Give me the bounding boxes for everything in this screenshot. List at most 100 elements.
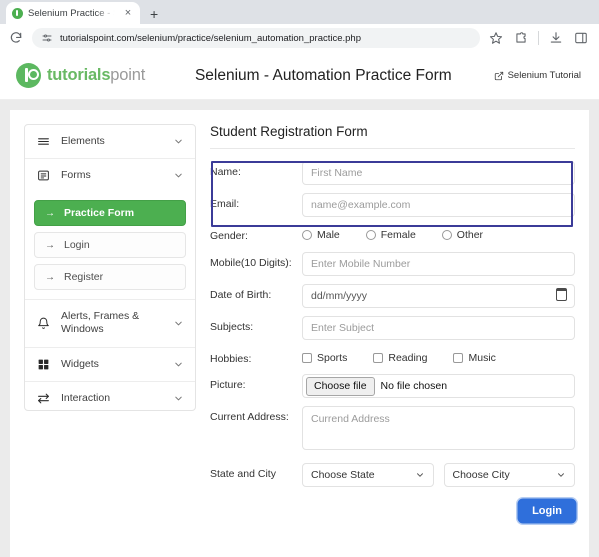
form-row-mobile: Mobile(10 Digits): — [210, 248, 575, 280]
puzzle-icon[interactable] — [513, 30, 529, 46]
email-label: Email: — [210, 198, 240, 210]
login-button[interactable]: Login — [519, 500, 575, 523]
radio-icon[interactable] — [302, 230, 312, 240]
hobbies-options: Sports Reading Music — [302, 348, 575, 364]
gender-option-male[interactable]: Male — [302, 229, 340, 241]
chevron-down-icon[interactable] — [556, 470, 566, 480]
hobby-option-sports[interactable]: Sports — [302, 352, 347, 364]
sidebar-label-register: Register — [64, 271, 104, 284]
name-input[interactable] — [302, 161, 575, 185]
sidebar-item-alerts-frames-windows[interactable]: Alerts, Frames & Windows — [25, 300, 195, 346]
bell-icon — [37, 317, 50, 330]
address-label: Current Address: — [210, 411, 289, 424]
logo-wordmark: tutorialspoint — [47, 66, 145, 85]
form-row-state-city: State and City Choose State Choose City — [210, 459, 575, 491]
checkbox-icon[interactable] — [302, 352, 312, 363]
hobby-label-reading: Reading — [388, 351, 428, 364]
download-icon[interactable] — [548, 30, 564, 46]
sidebar-item-interaction[interactable]: Interaction — [25, 382, 195, 410]
form-row-name: Name: — [210, 157, 575, 189]
selenium-tutorial-link[interactable]: Selenium Tutorial — [494, 70, 581, 81]
gender-option-other[interactable]: Other — [441, 229, 484, 241]
checkbox-icon[interactable] — [453, 352, 464, 363]
browser-toolbar: tutorialspoint.com/selenium/practice/sel… — [0, 24, 599, 52]
sidebar-group-widgets: Widgets — [25, 348, 195, 382]
file-input[interactable]: Choose file No file chosen — [302, 374, 575, 399]
gender-label-other: Other — [456, 229, 484, 241]
page-title: Selenium - Automation Practice Form — [194, 66, 452, 84]
url-text: tutorialspoint.com/selenium/practice/sel… — [60, 32, 361, 44]
close-icon[interactable]: × — [122, 7, 134, 19]
reload-icon[interactable] — [8, 30, 24, 46]
choose-file-button[interactable]: Choose file — [306, 376, 375, 396]
form-submit-row: Login — [210, 491, 575, 523]
arrow-right-icon: → — [45, 239, 55, 251]
email-input[interactable] — [302, 193, 575, 217]
toolbar-divider — [538, 31, 539, 45]
side-panel-icon[interactable] — [573, 30, 589, 46]
sidebar-item-login[interactable]: → Login — [34, 232, 186, 259]
state-city-label: State and City — [210, 468, 276, 481]
sidebar-item-register[interactable]: → Register — [34, 264, 186, 291]
toolbar-actions — [488, 30, 591, 46]
sidebar-group-forms: Forms → Practice Form → Login → Register — [25, 159, 195, 301]
sidebar-item-elements[interactable]: Elements — [25, 125, 195, 158]
hobby-option-music[interactable]: Music — [453, 351, 496, 364]
sidebar-group-elements: Elements — [25, 125, 195, 160]
dob-input[interactable] — [302, 283, 575, 308]
checkbox-icon[interactable] — [373, 352, 384, 363]
gender-option-female[interactable]: Female — [365, 229, 416, 241]
form-row-address: Current Address: — [210, 402, 575, 459]
site-logo[interactable]: tutorialspoint — [16, 63, 145, 88]
radio-icon[interactable] — [365, 230, 376, 240]
chevron-down-icon[interactable] — [173, 170, 184, 181]
radio-icon[interactable] — [441, 230, 452, 240]
form-row-email: Email: — [210, 189, 575, 221]
sidebar-item-forms[interactable]: Forms — [25, 159, 195, 192]
address-bar[interactable]: tutorialspoint.com/selenium/practice/sel… — [32, 28, 480, 48]
sidebar-label-elements: Elements — [61, 135, 105, 147]
external-link-icon — [494, 71, 504, 81]
sidebar-item-practice-form[interactable]: → Practice Form — [34, 200, 186, 227]
city-select[interactable]: Choose City — [443, 463, 575, 488]
gender-label: Gender: — [210, 230, 248, 242]
chevron-down-icon[interactable] — [173, 393, 184, 404]
gender-options: Male Female Other — [302, 225, 575, 241]
sidebar-group-interaction: Interaction — [25, 382, 195, 410]
form-row-subjects: Subjects: — [210, 312, 575, 344]
state-select[interactable]: Choose State — [302, 463, 434, 488]
tune-icon[interactable] — [41, 32, 53, 44]
state-select-value: Choose State — [311, 469, 375, 482]
chevron-down-icon[interactable] — [173, 136, 184, 147]
hobby-label-sports: Sports — [317, 351, 348, 364]
tab-strip: Selenium Practice - Student F × + — [0, 0, 599, 24]
form-row-gender: Gender: Male Female Other — [210, 221, 575, 248]
mobile-input[interactable] — [302, 251, 575, 276]
chevron-down-icon[interactable] — [173, 359, 184, 370]
dob-label: Date of Birth: — [210, 288, 272, 301]
sidebar-item-widgets[interactable]: Widgets — [25, 348, 195, 381]
browser-tab[interactable]: Selenium Practice - Student F × — [6, 2, 140, 24]
chevron-down-icon[interactable] — [415, 470, 425, 480]
hobby-option-reading[interactable]: Reading — [373, 352, 427, 364]
sidebar-label-practice-form: Practice Form — [64, 207, 135, 220]
chevron-down-icon[interactable] — [173, 318, 184, 329]
subjects-label: Subjects: — [210, 320, 254, 333]
name-label: Name: — [210, 166, 241, 178]
registration-form: Student Registration Form Name: Email: — [210, 124, 575, 557]
site-header: tutorialspoint Selenium - Automation Pra… — [0, 52, 599, 100]
new-tab-button[interactable]: + — [150, 7, 158, 21]
calendar-icon[interactable] — [555, 288, 568, 301]
arrow-right-icon: → — [45, 207, 55, 219]
star-icon[interactable] — [488, 30, 504, 46]
subjects-input[interactable] — [302, 315, 575, 340]
state-city-selects: Choose State Choose City — [302, 463, 575, 488]
sidebar-label-forms: Forms — [61, 169, 91, 182]
arrow-right-icon: → — [45, 271, 55, 283]
sidebar-label-login: Login — [64, 239, 90, 252]
selenium-tutorial-label: Selenium Tutorial — [507, 70, 581, 81]
city-select-value: Choose City — [452, 469, 510, 482]
address-textarea[interactable] — [302, 406, 575, 451]
hobby-label-music: Music — [468, 351, 496, 364]
form-row-dob: Date of Birth: — [210, 280, 575, 312]
